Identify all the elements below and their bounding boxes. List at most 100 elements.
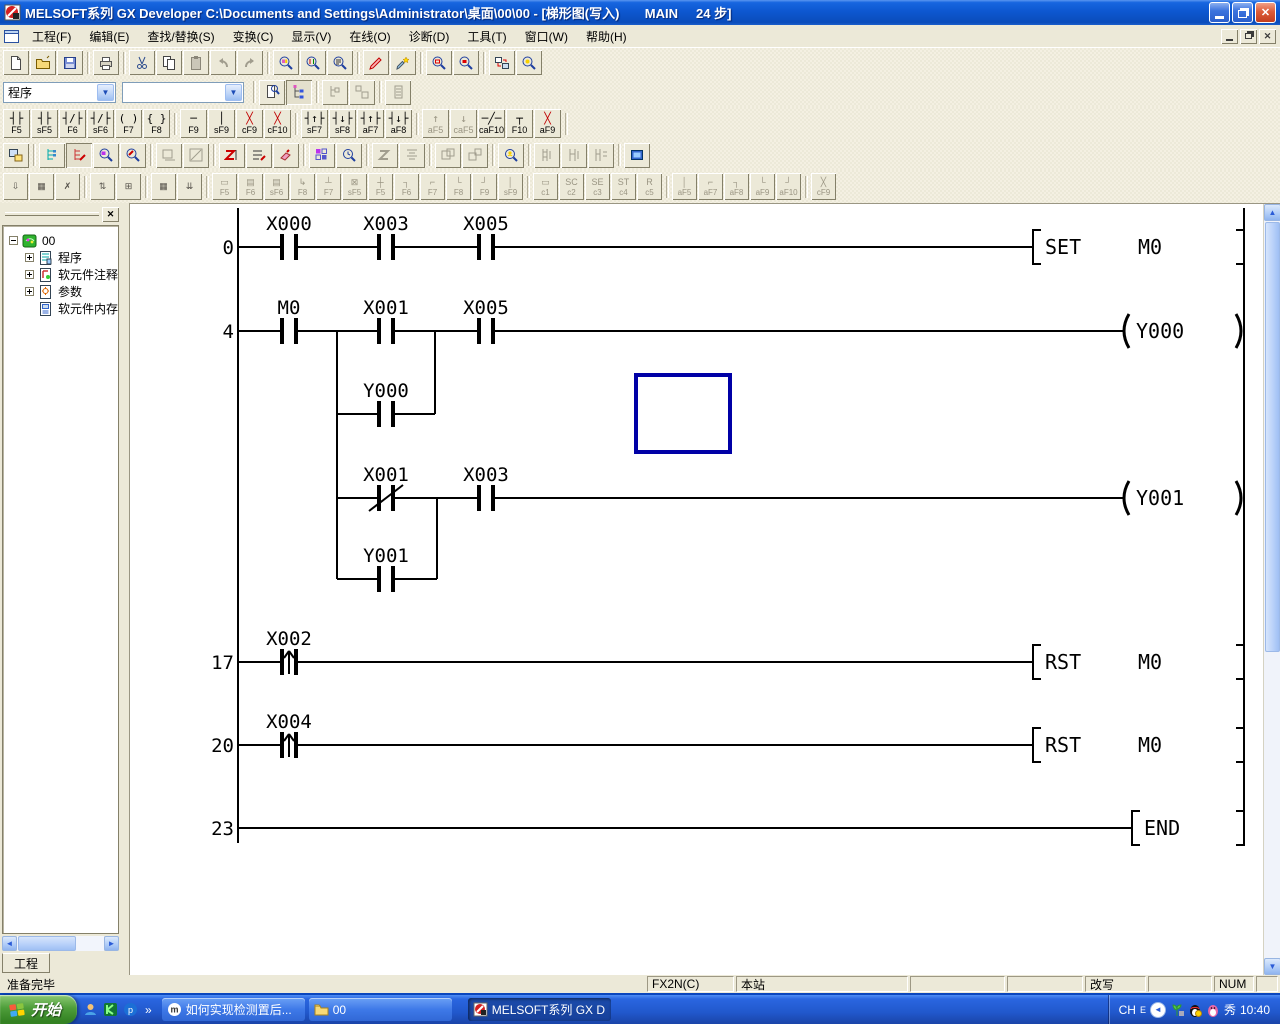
print-button[interactable] xyxy=(93,50,119,75)
cascade-tree-button[interactable] xyxy=(322,80,348,105)
sidebar-grip[interactable] xyxy=(5,212,99,216)
device-batch-button[interactable]: ▦ xyxy=(29,173,54,200)
comment-display-button[interactable] xyxy=(219,143,245,168)
instruction-button[interactable]: { }F8 xyxy=(143,109,170,138)
menu-convert[interactable]: 变换(C) xyxy=(224,25,283,48)
tree-row-device-comment[interactable]: 软元件注释 xyxy=(3,266,118,283)
monitor-start-button[interactable] xyxy=(156,143,182,168)
program-check-button[interactable] xyxy=(516,50,542,75)
monitor-window-button[interactable] xyxy=(624,143,650,168)
taskbar-task-gx-developer[interactable]: MELSOFT系列 GX D... xyxy=(468,998,611,1021)
menu-edit[interactable]: 编辑(E) xyxy=(80,25,138,48)
menu-tools[interactable]: 工具(T) xyxy=(458,25,515,48)
device-find-button[interactable] xyxy=(93,143,119,168)
step-down-button[interactable]: ⇊ xyxy=(177,173,202,200)
restore-button[interactable] xyxy=(1232,2,1253,23)
contact-closed-button[interactable]: ┤/├F6 xyxy=(59,109,86,138)
title-bar[interactable]: MELSOFT系列 GX Developer C:\Documents and … xyxy=(0,0,1280,25)
chevron-down-icon[interactable]: ▼ xyxy=(97,84,114,101)
sort-button[interactable]: ⇅ xyxy=(90,173,115,200)
ladder-block-a-button[interactable] xyxy=(534,143,560,168)
menu-find-replace[interactable]: 查找/替换(S) xyxy=(138,25,223,48)
quick-launch-icon-1[interactable] xyxy=(83,1002,98,1017)
pulse-rising-parallel-button[interactable]: ┤↑├aF7 xyxy=(357,109,384,138)
comment-edit-button[interactable] xyxy=(259,80,285,105)
tray-qq-pink-icon[interactable] xyxy=(1206,1003,1220,1017)
save-button[interactable] xyxy=(57,50,83,75)
menu-project[interactable]: 工程(F) xyxy=(23,25,80,48)
display-find-filled-button[interactable] xyxy=(453,50,479,75)
comment-find-button[interactable] xyxy=(120,143,146,168)
tray-clock[interactable]: 10:40 xyxy=(1240,1003,1270,1017)
list-view-button[interactable] xyxy=(385,80,411,105)
scroll-thumb[interactable] xyxy=(1265,222,1280,652)
mdi-restore-button[interactable] xyxy=(1240,29,1257,44)
display-find-button[interactable] xyxy=(426,50,452,75)
new-button[interactable] xyxy=(3,50,29,75)
close-button[interactable]: ✕ xyxy=(1255,2,1276,23)
hvline-button[interactable]: ┬F10 xyxy=(506,109,533,138)
statement-display-button[interactable] xyxy=(246,143,272,168)
delete-hline-button[interactable]: ╳cF9 xyxy=(236,109,263,138)
block-list-button[interactable]: ⊞ xyxy=(116,173,141,200)
write-mode-button[interactable] xyxy=(363,50,389,75)
tray-qq-icon[interactable] xyxy=(1188,1003,1202,1017)
redo-button[interactable] xyxy=(237,50,263,75)
minimize-button[interactable] xyxy=(1209,2,1230,23)
quick-launch-icon-3[interactable]: p xyxy=(123,1002,138,1017)
undo-button[interactable] xyxy=(210,50,236,75)
chevron-down-icon[interactable]: ▼ xyxy=(225,84,242,101)
contact-closed-parallel-button[interactable]: ┤/├sF6 xyxy=(87,109,114,138)
tree-root-row[interactable]: 00 xyxy=(3,232,118,249)
expand-icon[interactable] xyxy=(25,253,34,262)
editor-vscrollbar[interactable]: ▲ ▼ xyxy=(1263,204,1280,975)
print-b-button[interactable] xyxy=(399,143,425,168)
tree-row-parameter[interactable]: 参数 xyxy=(3,283,118,300)
note-display-button[interactable] xyxy=(273,143,299,168)
find-replace-device-button[interactable] xyxy=(300,50,326,75)
data-kind-combo[interactable]: 程序 ▼ xyxy=(3,82,116,103)
vline-button[interactable]: │sF9 xyxy=(208,109,235,138)
menu-help[interactable]: 帮助(H) xyxy=(577,25,636,48)
entry-monitor-button[interactable] xyxy=(498,143,524,168)
scroll-down-icon[interactable]: ▼ xyxy=(1264,958,1280,975)
copy-button[interactable] xyxy=(156,50,182,75)
contact-open-parallel-button[interactable]: ┤├sF5 xyxy=(31,109,58,138)
transfer-setup-button[interactable] xyxy=(489,50,515,75)
sampling-trace-button[interactable] xyxy=(336,143,362,168)
monitor-mode-button[interactable] xyxy=(390,50,416,75)
invert-result-button[interactable]: ─╱─caF10 xyxy=(478,109,505,138)
delete-vline-button[interactable]: ╳cF10 xyxy=(264,109,291,138)
start-button[interactable]: 开始 xyxy=(0,995,77,1024)
error-check-button[interactable]: ✗ xyxy=(55,173,80,200)
expand-icon[interactable] xyxy=(25,287,34,296)
menu-view[interactable]: 显示(V) xyxy=(282,25,340,48)
scroll-track[interactable] xyxy=(17,936,104,951)
contact-open-button[interactable]: ┤├F5 xyxy=(3,109,30,138)
language-indicator[interactable]: CH xyxy=(1119,1003,1136,1017)
tile-tree-button[interactable] xyxy=(349,80,375,105)
ladder-editor[interactable]: 0 X000 X003 X005 SET M0 4 M0 X001 X005 xyxy=(129,203,1280,975)
menu-window[interactable]: 窗口(W) xyxy=(516,25,577,48)
window-a-button[interactable] xyxy=(435,143,461,168)
tab-project[interactable]: 工程 xyxy=(2,953,50,973)
cut-button[interactable] xyxy=(129,50,155,75)
ladder-block-b-button[interactable] xyxy=(561,143,587,168)
scroll-left-icon[interactable]: ◄ xyxy=(2,936,17,951)
taskbar-task-folder[interactable]: 00 xyxy=(309,998,452,1021)
scroll-thumb[interactable] xyxy=(18,936,76,951)
delete-line-button[interactable]: ╳aF9 xyxy=(534,109,561,138)
ladder-block-c-button[interactable] xyxy=(588,143,614,168)
ladder-edit-mode-button[interactable] xyxy=(66,143,92,168)
find-device-button[interactable] xyxy=(273,50,299,75)
menu-diagnostics[interactable]: 诊断(D) xyxy=(400,25,459,48)
monitor-stop-button[interactable] xyxy=(183,143,209,168)
collapse-icon[interactable] xyxy=(9,236,18,245)
ime-indicator[interactable]: E xyxy=(1140,1005,1146,1015)
data-name-combo[interactable]: ▼ xyxy=(122,82,244,103)
tree-row-device-memory[interactable]: 软元件内存 xyxy=(3,300,118,317)
device-test-button[interactable]: ⇩ xyxy=(3,173,28,200)
quick-launch-more[interactable]: » xyxy=(143,1003,154,1017)
find-instruction-button[interactable] xyxy=(327,50,353,75)
tray-show-indicator[interactable]: 秀 xyxy=(1224,1001,1236,1018)
